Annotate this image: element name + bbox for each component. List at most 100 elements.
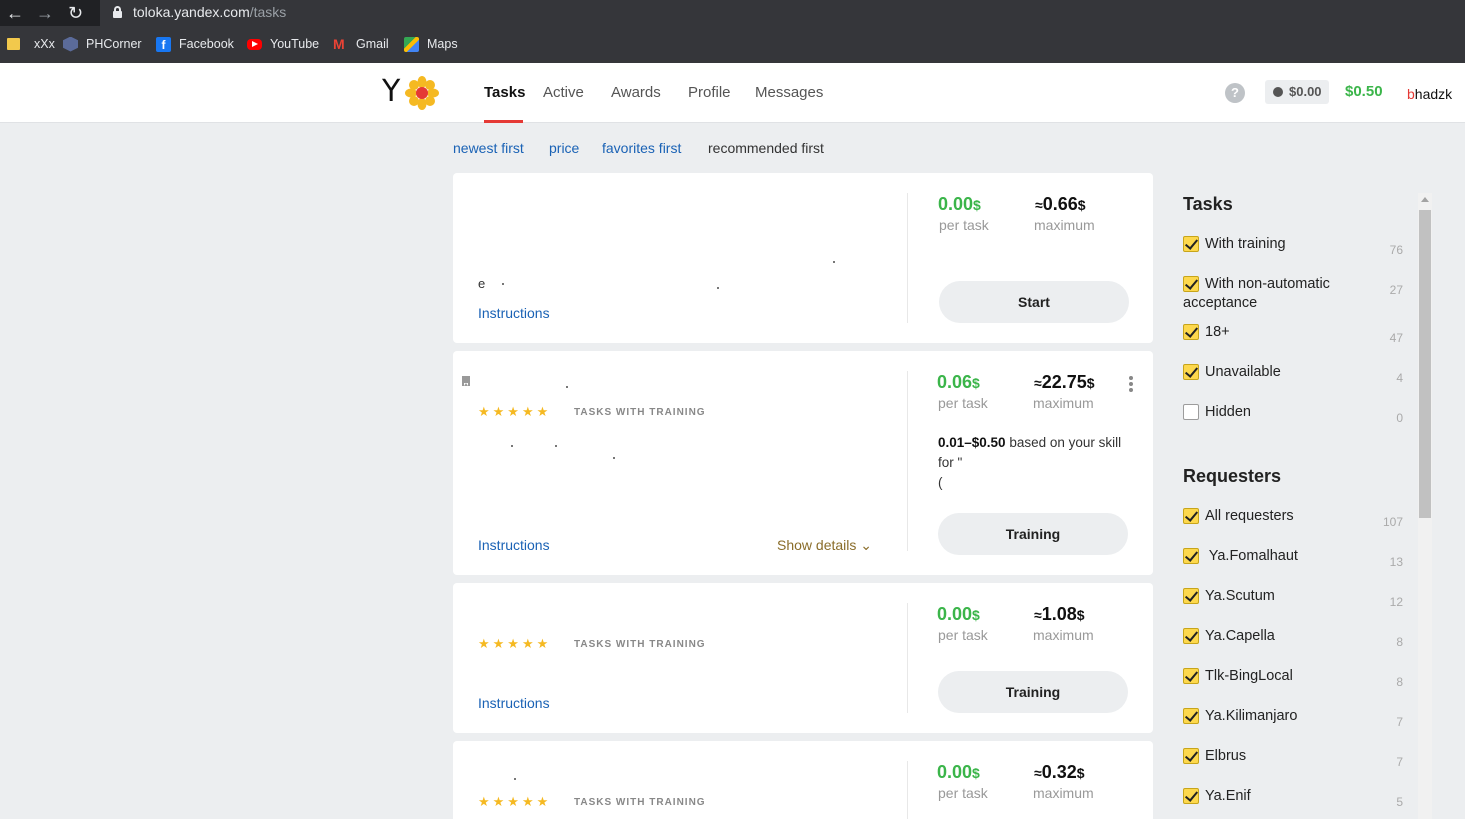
checkbox[interactable] [1183, 324, 1199, 340]
checkbox[interactable] [1183, 404, 1199, 420]
requester-all[interactable]: All requesters 107 [1183, 507, 1403, 529]
max-earnings: ≈1.08$ [1034, 604, 1085, 624]
sort-price[interactable]: price [549, 140, 579, 156]
instructions-link[interactable]: Instructions [478, 537, 550, 553]
checkbox[interactable] [1183, 668, 1199, 684]
gmail-icon: M [333, 35, 345, 52]
balance[interactable]: $0.50 [1345, 83, 1383, 100]
max-earnings: ≈0.32$ [1034, 762, 1085, 782]
training-tag: TASKS WITH TRAINING [574, 407, 706, 418]
max-earnings: ≈22.75$ [1034, 372, 1095, 392]
active-tab-indicator [484, 120, 523, 123]
filter-unavailable[interactable]: Unavailable 4 [1183, 363, 1403, 385]
nav-messages[interactable]: Messages [755, 84, 823, 101]
lock-icon [113, 6, 122, 18]
requester-ya-kilimanjaro[interactable]: Ya.Kilimanjaro 7 [1183, 707, 1403, 729]
bookmark-xxx[interactable]: xXx [7, 36, 55, 52]
rating-stars: ★★★★★ [478, 636, 552, 651]
sort-favorites[interactable]: favorites first [602, 140, 681, 156]
checkbox[interactable] [1183, 548, 1199, 564]
bookmarks-bar: xXx PHCorner f Facebook YouTube M Gmail … [0, 26, 1465, 63]
rating-stars: ★★★★★ [478, 794, 552, 809]
nav-awards[interactable]: Awards [611, 84, 661, 101]
requester-ya-fomalhaut[interactable]: Ya.Fomalhaut 13 [1183, 547, 1403, 569]
tasks-filter-title: Tasks [1183, 194, 1233, 214]
requester-ya-enif[interactable]: Ya.Enif 5 [1183, 787, 1403, 809]
task-card[interactable]: ★★★★★ TASKS WITH TRAINING Instructions 0… [453, 583, 1153, 733]
checkbox[interactable] [1183, 788, 1199, 804]
skill-based-price: 0.01–$0.50 based on your skill for " ( [938, 435, 1122, 490]
checkbox[interactable] [1183, 708, 1199, 724]
filter-18-plus[interactable]: 18+ 47 [1183, 323, 1403, 345]
price-per-task: 0.00$ [937, 604, 980, 624]
checkbox[interactable] [1183, 508, 1199, 524]
nav-active[interactable]: Active [543, 84, 584, 101]
maps-icon [404, 36, 419, 52]
task-card[interactable]: e Instructions 0.00$ per task ≈0.66$ max… [453, 173, 1153, 343]
training-tag: TASKS WITH TRAINING [574, 639, 706, 650]
back-icon[interactable]: ← [6, 3, 24, 23]
facebook-icon: f [156, 36, 171, 52]
username[interactable]: bhadzk [1407, 86, 1452, 102]
url-text[interactable]: toloka.yandex.com/tasks [133, 4, 286, 20]
reload-icon[interactable]: ↻ [68, 3, 83, 23]
chevron-down-icon: ⌄ [860, 537, 873, 553]
filter-with-training[interactable]: With training 76 [1183, 235, 1403, 257]
price-per-task: 0.00$ [937, 762, 980, 782]
task-card[interactable]: ★★★★★ TASKS WITH TRAINING Instructions S… [453, 351, 1153, 575]
filter-non-automatic-acceptance[interactable]: With non-automatic acceptance 27 [1183, 275, 1403, 315]
start-button[interactable]: Start [939, 281, 1129, 323]
toloka-flower-icon[interactable] [405, 76, 439, 110]
requester-ya-capella[interactable]: Ya.Capella 8 [1183, 627, 1403, 649]
bookmark-youtube[interactable]: YouTube [247, 36, 319, 52]
checkbox[interactable] [1183, 748, 1199, 764]
requester-ya-scutum[interactable]: Ya.Scutum 12 [1183, 587, 1403, 609]
instructions-link[interactable]: Instructions [478, 695, 550, 711]
url-field[interactable] [100, 0, 1465, 26]
bookmark-icon[interactable] [462, 376, 470, 386]
help-icon[interactable]: ? [1225, 83, 1245, 103]
scroll-up-icon[interactable] [1421, 197, 1429, 202]
price-label: per task [938, 785, 988, 801]
instructions-link[interactable]: Instructions [478, 305, 550, 321]
price-label: per task [938, 627, 988, 643]
clock-icon [1273, 87, 1283, 97]
pending-balance[interactable]: $0.00 [1265, 80, 1329, 104]
checkbox[interactable] [1183, 236, 1199, 252]
requester-elbrus[interactable]: Elbrus 7 [1183, 747, 1403, 769]
bookmark-gmail[interactable]: M Gmail [333, 36, 389, 52]
max-earnings: ≈0.66$ [1035, 194, 1086, 214]
checkbox[interactable] [1183, 628, 1199, 644]
bookmark-phcorner[interactable]: PHCorner [63, 36, 142, 52]
show-details-link[interactable]: Show details ⌄ [777, 537, 872, 554]
checkbox[interactable] [1183, 588, 1199, 604]
forward-icon[interactable]: → [36, 3, 54, 23]
youtube-icon [247, 38, 262, 50]
requesters-filter-title: Requesters [1183, 466, 1282, 486]
site-header: Y Tasks Active Awards Profile Messages ?… [0, 63, 1465, 123]
max-label: maximum [1033, 785, 1094, 801]
phcorner-icon [63, 36, 78, 52]
task-card[interactable]: ★★★★★ TASKS WITH TRAINING 0.00$ per task… [453, 741, 1153, 819]
price-per-task: 0.06$ [937, 372, 980, 392]
folder-icon [7, 38, 20, 50]
checkbox[interactable] [1183, 364, 1199, 380]
bookmark-maps[interactable]: Maps [404, 36, 458, 52]
training-button[interactable]: Training [938, 671, 1128, 713]
rating-stars: ★★★★★ [478, 404, 552, 419]
filter-hidden[interactable]: Hidden 0 [1183, 403, 1403, 425]
price-label: per task [939, 217, 989, 233]
bookmark-facebook[interactable]: f Facebook [156, 36, 234, 52]
training-button[interactable]: Training [938, 513, 1128, 555]
task-title-fragment: e [478, 276, 486, 291]
more-options-icon[interactable] [1129, 376, 1133, 392]
nav-profile[interactable]: Profile [688, 84, 731, 101]
max-label: maximum [1034, 217, 1095, 233]
nav-tasks[interactable]: Tasks [484, 84, 525, 101]
sort-newest[interactable]: newest first [453, 140, 524, 156]
requester-tlk-binglocal[interactable]: Tlk-BingLocal 8 [1183, 667, 1403, 689]
sort-recommended[interactable]: recommended first [708, 140, 824, 156]
logo-text[interactable]: Y [382, 76, 400, 108]
sidebar-scrollbar-thumb[interactable] [1419, 210, 1431, 518]
price-per-task: 0.00$ [938, 194, 981, 214]
